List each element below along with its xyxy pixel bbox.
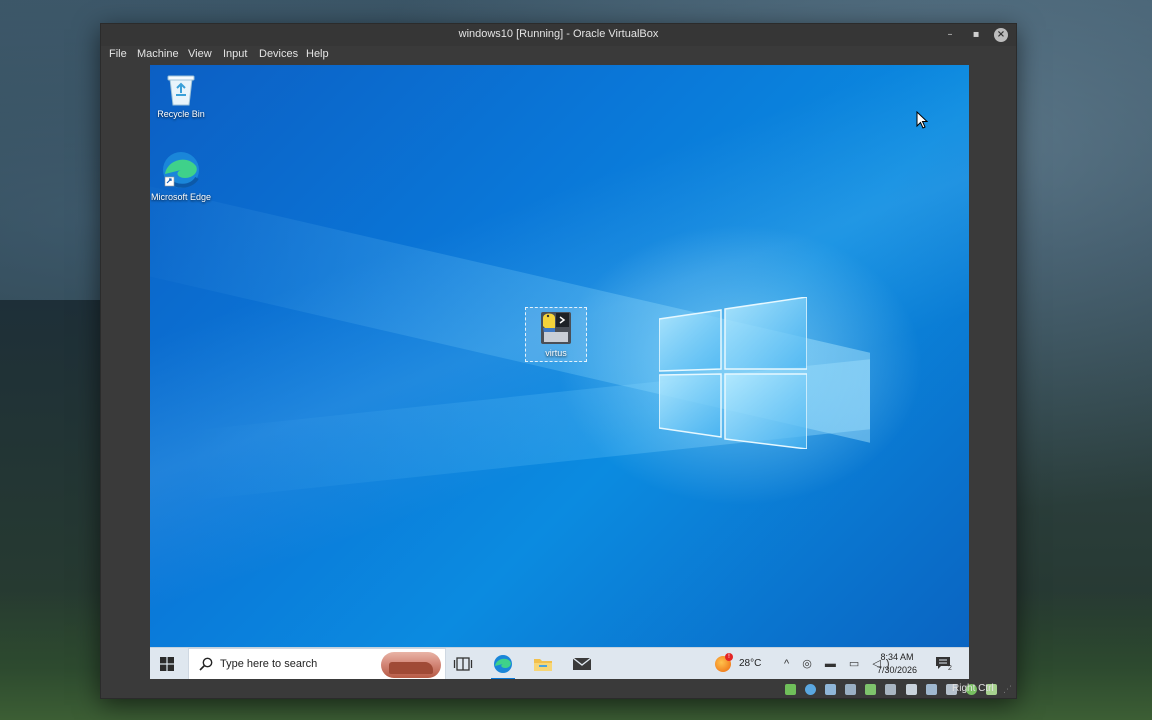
edge-icon	[163, 152, 199, 188]
menu-bar: File Machine View Input Devices Help	[101, 46, 1016, 65]
taskbar-search-box[interactable]: Type here to search	[188, 648, 446, 679]
menu-help[interactable]: Help	[306, 48, 329, 60]
title-bar[interactable]: windows10 [Running] - Oracle VirtualBox …	[101, 24, 1016, 46]
usb-icon[interactable]	[865, 684, 877, 695]
desktop-icon-microsoft-edge[interactable]: Microsoft Edge	[150, 150, 212, 203]
temperature-readout[interactable]: 28°C	[739, 658, 761, 679]
desktop-icon-virtus[interactable]: virtus	[525, 307, 587, 362]
hard-disk-icon[interactable]	[785, 684, 796, 695]
start-button[interactable]	[160, 657, 174, 671]
optical-drive-icon[interactable]	[805, 684, 817, 695]
notification-count: 2	[948, 665, 952, 672]
taskbar-edge-button[interactable]	[491, 654, 515, 679]
desktop-icon-label: Recycle Bin	[157, 109, 205, 119]
minimize-button[interactable]: –	[943, 28, 957, 42]
network-icon[interactable]	[845, 684, 857, 695]
resize-grip-icon[interactable]: ⋰	[1003, 685, 1013, 695]
vbox-status-bar: Right Ctrl ⋰	[101, 681, 1016, 699]
desktop-icon-label: virtus	[545, 348, 567, 358]
clock-date: 7/30/2026	[877, 665, 918, 675]
mouse-pointer-icon	[916, 111, 928, 129]
window-title: windows10 [Running] - Oracle VirtualBox	[458, 28, 659, 40]
search-icon	[199, 657, 213, 671]
search-placeholder: Type here to search	[220, 658, 318, 670]
mail-icon[interactable]	[572, 654, 592, 674]
menu-file[interactable]: File	[109, 48, 127, 60]
virtualbox-window: windows10 [Running] - Oracle VirtualBox …	[100, 23, 1017, 699]
windows-taskbar: Type here to search ! 28°C ^ ◎ ▬ ▭ ◁) 8:…	[150, 647, 969, 679]
search-highlight-image[interactable]	[381, 652, 441, 678]
menu-view[interactable]: View	[188, 48, 212, 60]
desktop-icon-recycle-bin[interactable]: Recycle Bin	[150, 71, 212, 120]
menu-input[interactable]: Input	[223, 48, 247, 60]
close-button[interactable]: ×	[994, 28, 1008, 42]
file-explorer-icon[interactable]	[533, 654, 553, 674]
menu-machine[interactable]: Machine	[137, 48, 179, 60]
windows-logo-wallpaper	[659, 297, 807, 449]
desktop-icon-label: Microsoft Edge	[150, 192, 212, 202]
host-key-label[interactable]: Right Ctrl	[952, 683, 994, 694]
clock-time: 8:34 AM	[880, 652, 914, 662]
recycle-bin-icon	[167, 75, 195, 106]
python-file-icon	[541, 312, 571, 344]
taskbar-clock[interactable]: 8:34 AM 7/30/2026	[877, 651, 917, 679]
recording-icon[interactable]	[925, 684, 937, 695]
menu-devices[interactable]: Devices	[259, 48, 298, 60]
edge-icon	[494, 655, 512, 673]
audio-icon[interactable]	[825, 684, 837, 695]
weather-alert-badge: !	[725, 653, 733, 661]
maximize-button[interactable]: ▪	[969, 28, 983, 42]
display-icon[interactable]	[905, 684, 917, 695]
shared-folders-icon[interactable]	[885, 684, 897, 695]
task-view-icon[interactable]	[453, 654, 473, 674]
guest-desktop[interactable]: Recycle Bin Microsoft Edge virtus Type h…	[150, 65, 969, 679]
